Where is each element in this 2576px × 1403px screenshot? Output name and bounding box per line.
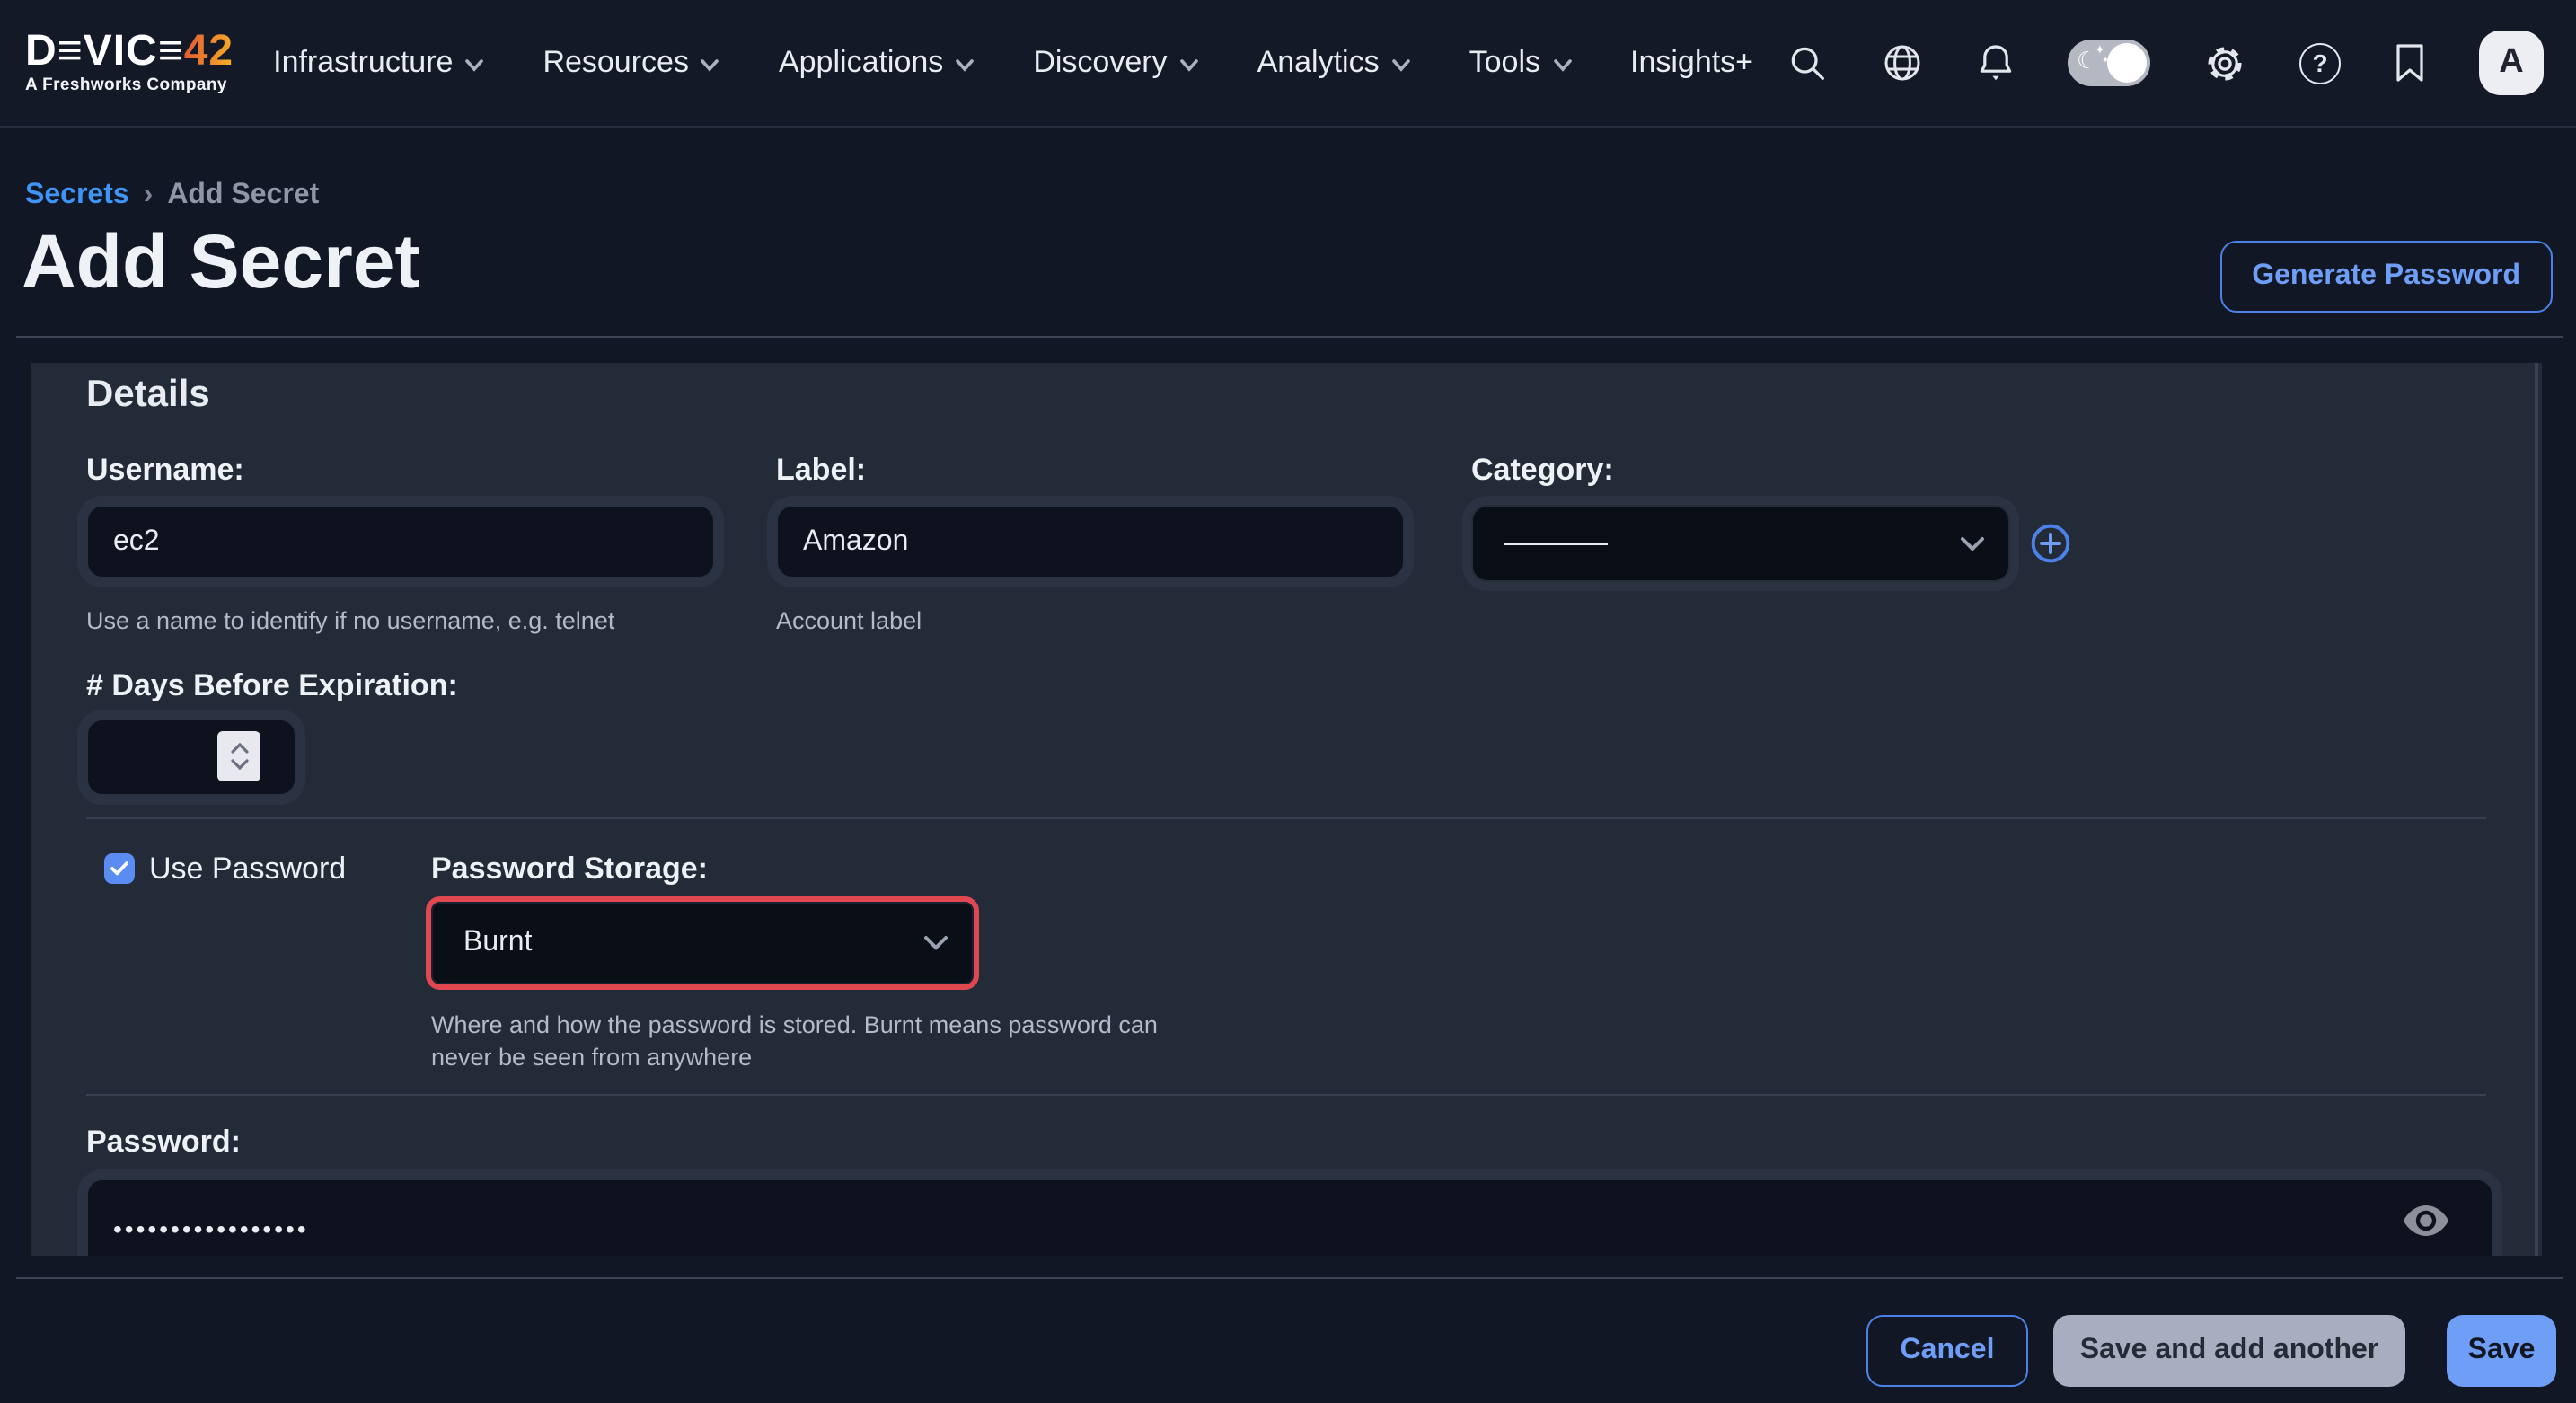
password-storage-label: Password Storage:: [431, 852, 708, 887]
avatar-initial: A: [2499, 43, 2523, 83]
username-input[interactable]: [86, 505, 715, 578]
nav-item-insights[interactable]: Insights+: [1630, 45, 1753, 81]
nav-item-discovery[interactable]: Discovery: [1033, 45, 1197, 81]
device42-logo[interactable]: D≡VIC≡42 A Freshworks Company: [25, 31, 234, 95]
chevron-down-icon: [1392, 58, 1410, 71]
days-before-expiration-input[interactable]: [86, 719, 296, 796]
settings-gear-icon[interactable]: [2202, 40, 2247, 85]
logo-accent-42: 42: [184, 28, 234, 76]
header-divider: [16, 336, 2563, 338]
chevron-down-icon: [701, 58, 719, 71]
globe-icon[interactable]: [1881, 41, 1924, 84]
nav-item-tools[interactable]: Tools: [1469, 45, 1571, 81]
generate-password-button[interactable]: Generate Password: [2219, 241, 2553, 313]
nav-item-resources[interactable]: Resources: [543, 45, 719, 81]
page-title: Add Secret: [22, 223, 419, 302]
chevron-down-icon: [465, 58, 483, 71]
nav-label: Analytics: [1257, 45, 1380, 81]
breadcrumb-secrets-link[interactable]: Secrets: [25, 180, 129, 212]
show-password-eye-icon[interactable]: [2402, 1204, 2450, 1247]
username-help: Use a name to identify if no username, e…: [86, 605, 614, 638]
stepper-down-icon[interactable]: [229, 758, 249, 771]
password-label: Password:: [86, 1125, 241, 1160]
username-label: Username:: [86, 453, 244, 489]
help-icon[interactable]: ?: [2299, 42, 2341, 84]
cancel-button[interactable]: Cancel: [1866, 1315, 2028, 1387]
password-input[interactable]: [86, 1178, 2493, 1256]
chevron-down-icon: [1180, 58, 1198, 71]
chevron-down-icon: [1960, 535, 1985, 551]
chevron-down-icon: [1553, 58, 1571, 71]
nav-label: Tools: [1469, 45, 1540, 81]
topbar-actions: ☾ ✦ ✦ ? A: [1787, 31, 2544, 95]
chevron-down-icon: [956, 58, 974, 71]
section-title: Details: [86, 374, 210, 417]
logo-subtitle: A Freshworks Company: [25, 78, 234, 95]
stepper-up-icon[interactable]: [229, 742, 249, 754]
nav-item-infrastructure[interactable]: Infrastructure: [273, 45, 483, 81]
label-label: Label:: [776, 453, 866, 489]
main-nav: Infrastructure Resources Applications Di…: [273, 45, 1753, 81]
details-card: Details Username: Label: Category: ———— …: [29, 363, 2542, 1256]
category-label: Category:: [1471, 453, 1614, 489]
notifications-bell-icon[interactable]: [1976, 41, 2016, 84]
use-password-checkbox[interactable]: [104, 853, 135, 884]
bookmark-icon[interactable]: [2393, 41, 2427, 84]
password-storage-highlight: Burnt: [426, 896, 979, 990]
use-password-label: Use Password: [149, 852, 346, 887]
password-storage-help: Where and how the password is stored. Bu…: [431, 1010, 1158, 1075]
save-and-add-another-button[interactable]: Save and add another: [2053, 1315, 2405, 1387]
password-storage-value: Burnt: [463, 927, 533, 959]
nav-label: Discovery: [1033, 45, 1167, 81]
avatar[interactable]: A: [2479, 31, 2544, 95]
checkmark-icon: [110, 860, 129, 877]
logo-wordmark: D≡VIC≡42: [25, 31, 234, 75]
add-category-icon[interactable]: [2028, 521, 2073, 566]
app-root: D≡VIC≡42 A Freshworks Company Infrastruc…: [0, 0, 2576, 1403]
nav-item-applications[interactable]: Applications: [779, 45, 974, 81]
label-help: Account label: [776, 605, 922, 638]
breadcrumb-current: Add Secret: [167, 180, 319, 212]
number-stepper[interactable]: [217, 731, 260, 781]
nav-label: Infrastructure: [273, 45, 453, 81]
chevron-down-icon: [923, 935, 948, 951]
breadcrumb: Secrets › Add Secret: [25, 180, 319, 212]
days-before-expiration-label: # Days Before Expiration:: [86, 668, 458, 704]
nav-label: Applications: [779, 45, 943, 81]
label-input[interactable]: [776, 505, 1405, 578]
nav-label: Insights+: [1630, 45, 1753, 81]
search-icon[interactable]: [1787, 42, 1829, 84]
top-navbar: D≡VIC≡42 A Freshworks Company Infrastruc…: [0, 0, 2576, 128]
category-value: ————: [1504, 527, 1604, 560]
nav-label: Resources: [543, 45, 689, 81]
dark-mode-toggle[interactable]: ☾ ✦ ✦: [2068, 40, 2150, 86]
section-divider: [86, 1094, 2486, 1096]
toggle-knob: [2107, 43, 2147, 83]
nav-item-analytics[interactable]: Analytics: [1257, 45, 1410, 81]
breadcrumb-separator: ›: [144, 180, 154, 212]
help-glyph: ?: [2312, 49, 2327, 77]
save-button[interactable]: Save: [2447, 1315, 2556, 1387]
category-select[interactable]: ————: [1471, 505, 2010, 582]
footer-divider: [16, 1277, 2563, 1279]
password-storage-select[interactable]: Burnt: [431, 902, 974, 984]
section-divider: [86, 817, 2486, 819]
